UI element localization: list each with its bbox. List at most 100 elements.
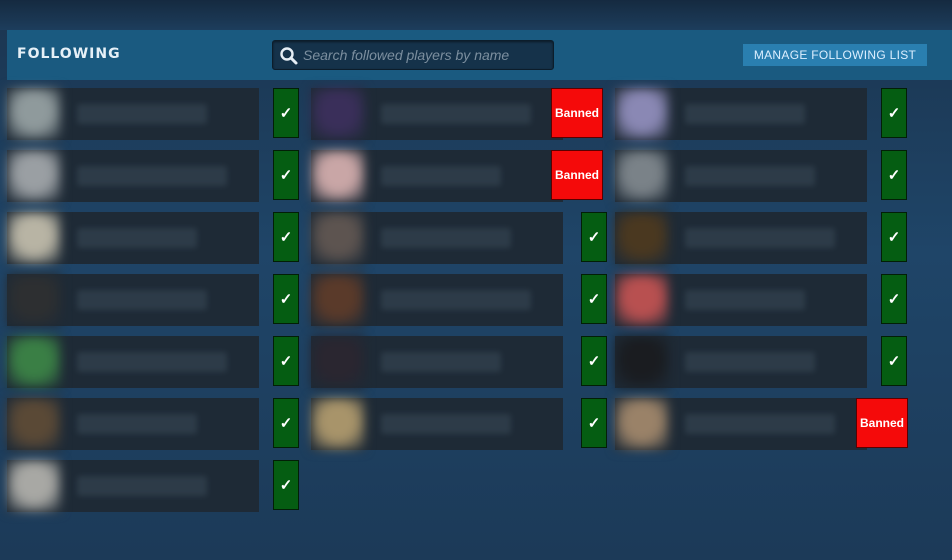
banned-badge: Banned — [856, 398, 908, 448]
player-card[interactable] — [615, 336, 867, 388]
page-title: FOLLOWING — [17, 46, 121, 62]
checkmark-icon: ✓ — [881, 274, 907, 324]
avatar[interactable] — [311, 150, 365, 202]
following-item[interactable]: ✓ — [7, 88, 307, 140]
player-name-blurred[interactable] — [77, 104, 207, 124]
following-item[interactable]: Banned — [615, 398, 915, 450]
following-item[interactable]: ✓ — [7, 460, 307, 512]
player-card[interactable] — [7, 460, 259, 512]
player-name-blurred[interactable] — [381, 290, 531, 310]
player-card[interactable] — [615, 88, 867, 140]
avatar[interactable] — [311, 212, 365, 264]
avatar[interactable] — [615, 212, 669, 264]
checkmark-icon: ✓ — [581, 212, 607, 262]
player-card[interactable] — [7, 336, 259, 388]
following-item[interactable]: ✓ — [311, 336, 611, 388]
player-card[interactable] — [311, 274, 563, 326]
avatar[interactable] — [615, 88, 669, 140]
following-item[interactable]: ✓ — [615, 336, 915, 388]
checkmark-icon: ✓ — [273, 88, 299, 138]
checkmark-icon: ✓ — [881, 212, 907, 262]
following-item[interactable]: ✓ — [615, 212, 915, 264]
banned-badge: Banned — [551, 150, 603, 200]
avatar[interactable] — [7, 212, 61, 264]
player-card[interactable] — [7, 274, 259, 326]
player-name-blurred[interactable] — [685, 104, 805, 124]
avatar[interactable] — [615, 274, 669, 326]
checkmark-icon: ✓ — [881, 336, 907, 386]
avatar[interactable] — [311, 336, 365, 388]
player-name-blurred[interactable] — [381, 414, 511, 434]
avatar[interactable] — [7, 150, 61, 202]
player-card[interactable] — [615, 150, 867, 202]
following-item[interactable]: ✓ — [615, 274, 915, 326]
following-item[interactable]: ✓ — [311, 398, 611, 450]
following-item[interactable]: ✓ — [615, 88, 915, 140]
player-name-blurred[interactable] — [685, 414, 835, 434]
checkmark-icon: ✓ — [273, 460, 299, 510]
player-card[interactable] — [7, 212, 259, 264]
search-box[interactable] — [272, 40, 554, 70]
player-name-blurred[interactable] — [685, 228, 835, 248]
player-name-blurred[interactable] — [381, 166, 501, 186]
checkmark-icon: ✓ — [273, 336, 299, 386]
checkmark-icon: ✓ — [273, 274, 299, 324]
following-item[interactable]: ✓ — [7, 398, 307, 450]
player-name-blurred[interactable] — [685, 290, 805, 310]
checkmark-icon: ✓ — [581, 398, 607, 448]
player-name-blurred[interactable] — [77, 352, 227, 372]
player-name-blurred[interactable] — [77, 290, 207, 310]
avatar[interactable] — [615, 398, 669, 450]
avatar[interactable] — [311, 398, 365, 450]
checkmark-icon: ✓ — [881, 88, 907, 138]
player-card[interactable] — [311, 336, 563, 388]
following-item[interactable]: ✓ — [7, 336, 307, 388]
avatar[interactable] — [7, 398, 61, 450]
player-card[interactable] — [615, 212, 867, 264]
player-card[interactable] — [7, 88, 259, 140]
following-item[interactable]: ✓ — [311, 212, 611, 264]
checkmark-icon: ✓ — [581, 336, 607, 386]
following-item[interactable]: ✓ — [311, 274, 611, 326]
player-name-blurred[interactable] — [381, 104, 531, 124]
checkmark-icon: ✓ — [881, 150, 907, 200]
player-card[interactable] — [311, 88, 563, 140]
player-card[interactable] — [7, 150, 259, 202]
avatar[interactable] — [311, 88, 365, 140]
player-card[interactable] — [311, 212, 563, 264]
player-card[interactable] — [311, 398, 563, 450]
player-name-blurred[interactable] — [77, 166, 227, 186]
checkmark-icon: ✓ — [581, 274, 607, 324]
player-card[interactable] — [7, 398, 259, 450]
following-item[interactable]: ✓ — [7, 150, 307, 202]
following-header: FOLLOWING MANAGE FOLLOWING LIST — [7, 30, 952, 80]
following-item[interactable]: ✓ — [615, 150, 915, 202]
checkmark-icon: ✓ — [273, 150, 299, 200]
avatar[interactable] — [615, 336, 669, 388]
player-name-blurred[interactable] — [381, 352, 501, 372]
checkmark-icon: ✓ — [273, 398, 299, 448]
top-strip — [0, 0, 952, 30]
player-name-blurred[interactable] — [685, 166, 815, 186]
player-name-blurred[interactable] — [77, 414, 197, 434]
avatar[interactable] — [311, 274, 365, 326]
player-name-blurred[interactable] — [381, 228, 511, 248]
checkmark-icon: ✓ — [273, 212, 299, 262]
avatar[interactable] — [7, 336, 61, 388]
avatar[interactable] — [615, 150, 669, 202]
following-item[interactable]: ✓ — [7, 212, 307, 264]
player-name-blurred[interactable] — [77, 228, 197, 248]
search-input[interactable] — [303, 41, 548, 69]
player-card[interactable] — [615, 274, 867, 326]
following-item[interactable]: ✓ — [7, 274, 307, 326]
avatar[interactable] — [7, 460, 61, 512]
following-item[interactable]: Banned — [311, 150, 611, 202]
avatar[interactable] — [7, 274, 61, 326]
player-card[interactable] — [311, 150, 563, 202]
player-card[interactable] — [615, 398, 867, 450]
manage-following-list-button[interactable]: MANAGE FOLLOWING LIST — [743, 44, 927, 66]
player-name-blurred[interactable] — [77, 476, 207, 496]
following-item[interactable]: Banned — [311, 88, 611, 140]
avatar[interactable] — [7, 88, 61, 140]
player-name-blurred[interactable] — [685, 352, 815, 372]
